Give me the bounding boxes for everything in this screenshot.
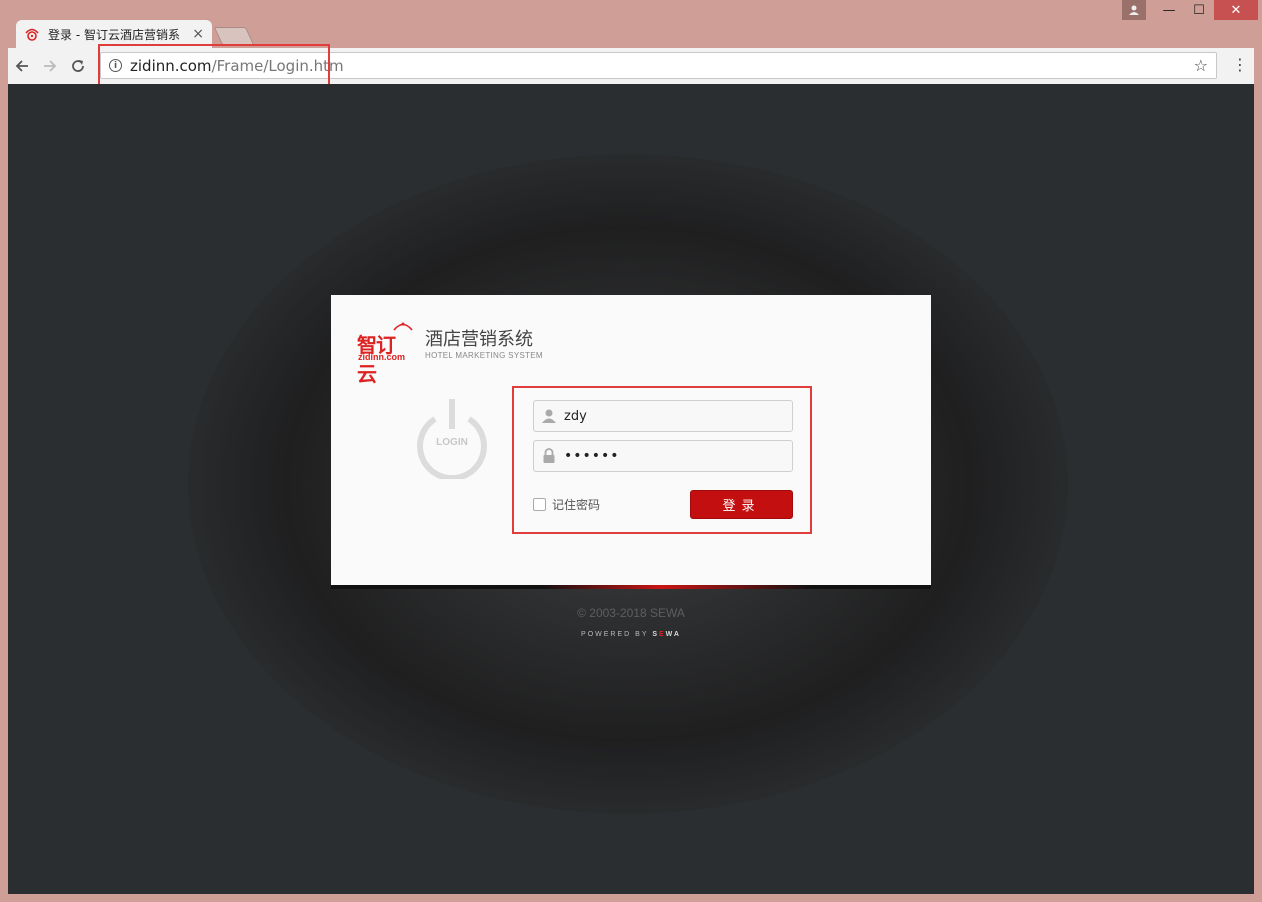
- system-title-en: HOTEL MARKETING SYSTEM: [425, 350, 543, 360]
- copyright-text: © 2003-2018 SEWA: [577, 606, 685, 620]
- page-viewport: 智订云 zidinn.com 酒店营销系统 HOTEL MARKETING SY…: [8, 84, 1254, 894]
- username-field[interactable]: zdy: [533, 400, 793, 432]
- remember-checkbox[interactable]: [533, 498, 546, 511]
- favicon-icon: [25, 28, 39, 41]
- login-button[interactable]: 登录: [690, 490, 793, 519]
- tab-close-icon[interactable]: ×: [192, 26, 204, 42]
- new-tab-button[interactable]: [213, 27, 255, 45]
- logo-en-text: zidinn.com: [358, 352, 405, 362]
- password-value: ••••••: [564, 448, 620, 464]
- logo-mark: 智订云 zidinn.com: [357, 321, 413, 386]
- minimize-button[interactable]: —: [1154, 0, 1184, 20]
- powered-by: POWERED BY SEWA: [581, 631, 681, 638]
- system-title: 酒店营销系统 HOTEL MARKETING SYSTEM: [425, 325, 543, 360]
- window-controls: — ☐ ✕: [1122, 0, 1258, 22]
- remember-label: 记住密码: [552, 498, 601, 512]
- powered-brand: SEWA: [652, 631, 681, 638]
- user-icon: [534, 401, 564, 431]
- close-window-button[interactable]: ✕: [1214, 0, 1258, 20]
- tab-title: 登录 - 智订云酒店营销系: [48, 27, 180, 42]
- remember-password[interactable]: 记住密码: [533, 496, 600, 513]
- user-profile-icon[interactable]: [1122, 0, 1146, 20]
- browser-window: — ☐ ✕ 登录 - 智订云酒店营销系 × i zidinn.com/Frame…: [0, 0, 1262, 902]
- back-arrow-icon[interactable]: [8, 52, 36, 80]
- maximize-button[interactable]: ☐: [1184, 0, 1214, 20]
- system-title-cn: 酒店营销系统: [425, 328, 533, 350]
- bookmark-star-icon[interactable]: ☆: [1194, 56, 1208, 75]
- power-label: LOGIN: [436, 437, 468, 448]
- forward-arrow-icon[interactable]: [36, 52, 64, 80]
- browser-menu-icon[interactable]: ⋮: [1232, 55, 1248, 74]
- logo: 智订云 zidinn.com 酒店营销系统 HOTEL MARKETING SY…: [357, 321, 543, 386]
- url-annotation-box: [98, 44, 330, 86]
- login-card: 智订云 zidinn.com 酒店营销系统 HOTEL MARKETING SY…: [331, 295, 931, 589]
- password-field[interactable]: ••••••: [533, 440, 793, 472]
- reload-icon[interactable]: [64, 52, 92, 80]
- username-value: zdy: [564, 408, 587, 424]
- lock-icon: [534, 441, 564, 471]
